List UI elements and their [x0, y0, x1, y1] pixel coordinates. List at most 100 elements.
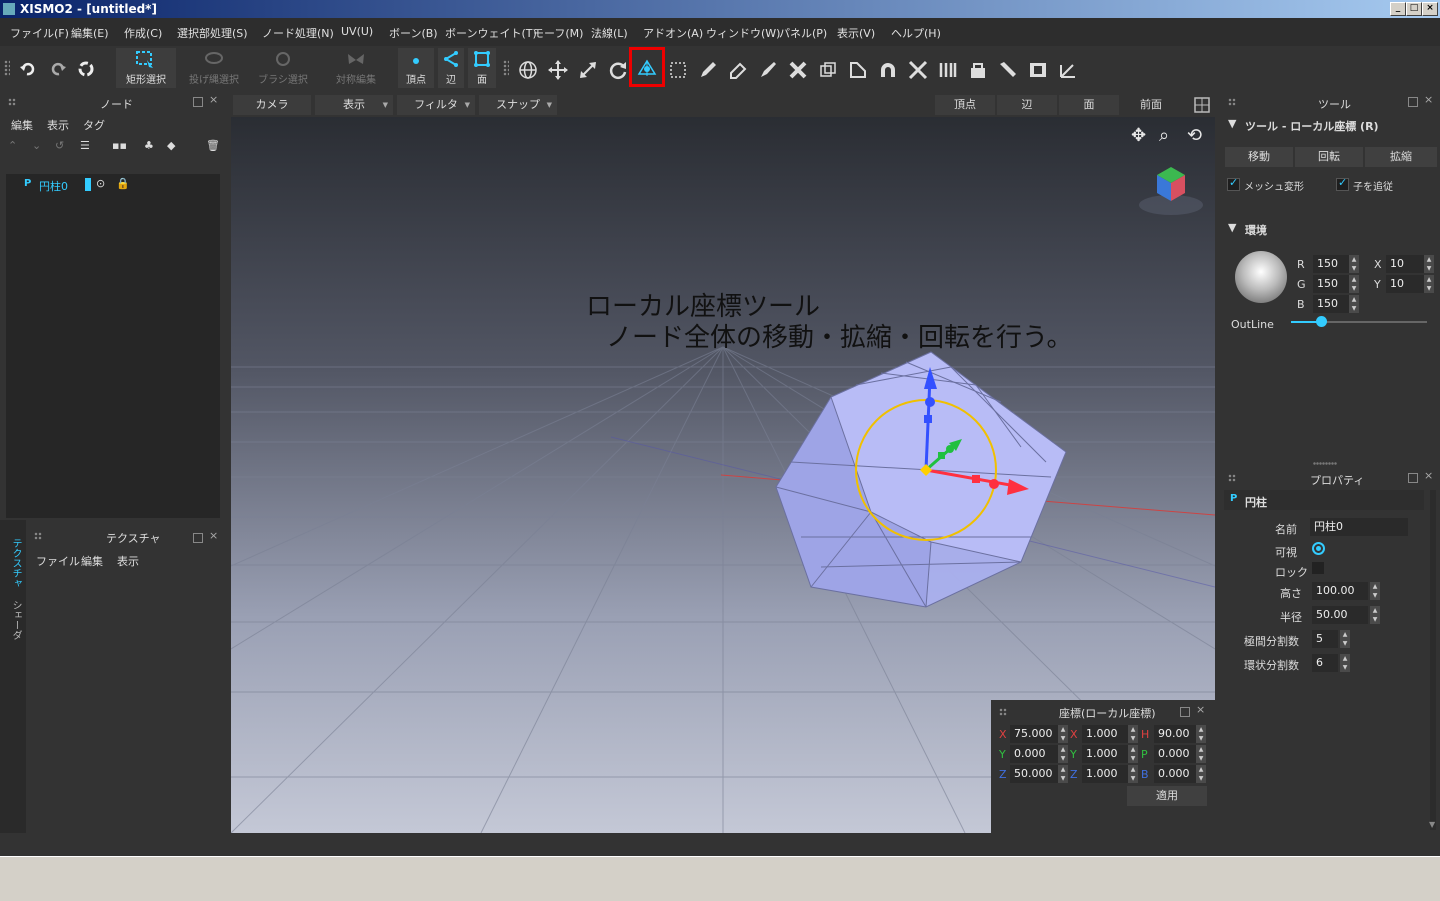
node-panel-float-button[interactable]: [193, 97, 203, 107]
eraser-tool-button[interactable]: [726, 50, 750, 86]
coord-panel-float-button[interactable]: [1180, 707, 1190, 717]
name-field[interactable]: 円柱0: [1310, 518, 1408, 536]
scl-z-field[interactable]: 1.000: [1082, 765, 1128, 783]
seg-r-field[interactable]: 6: [1312, 654, 1338, 672]
side-tab-shader[interactable]: シェーダ: [8, 600, 23, 640]
texture-panel-close-button[interactable]: ×: [209, 529, 218, 542]
node-lock-icon[interactable]: 🔒: [116, 177, 130, 190]
env-g-field[interactable]: 150: [1313, 275, 1349, 293]
menu-view[interactable]: 表示(V): [837, 25, 875, 41]
toolbar-grip[interactable]: [4, 60, 10, 76]
tool-panel-grip[interactable]: [1228, 98, 1236, 106]
knife-tool-button[interactable]: [756, 50, 780, 86]
env-light-sphere[interactable]: [1235, 251, 1287, 303]
menu-selection[interactable]: 選択部処理(S): [177, 25, 248, 41]
tool-panel-float-button[interactable]: [1408, 97, 1418, 107]
property-panel-close-button[interactable]: ×: [1424, 469, 1433, 482]
close-button[interactable]: ×: [1422, 2, 1438, 16]
apply-button[interactable]: 適用: [1127, 786, 1207, 806]
texture-panel-float-button[interactable]: [193, 533, 203, 543]
node-delete-icon[interactable]: 🗑: [206, 139, 220, 152]
minimize-button[interactable]: _: [1390, 2, 1406, 16]
panel-resize-grip[interactable]: [1313, 462, 1337, 465]
env-section-toggle[interactable]: ▼: [1228, 221, 1236, 234]
display-tab[interactable]: 表示 ▼: [315, 95, 393, 115]
menu-morph[interactable]: モーフ(M): [533, 25, 583, 41]
view-layout-icon[interactable]: [1193, 96, 1211, 114]
outline-slider-thumb[interactable]: [1315, 316, 1327, 327]
follow-child-checkbox[interactable]: [1336, 176, 1349, 191]
maximize-button[interactable]: □: [1406, 2, 1422, 16]
vertex-view-tab[interactable]: 頂点: [935, 95, 995, 115]
menu-normal[interactable]: 法線(L): [591, 25, 628, 41]
box-select-tool-button[interactable]: [666, 50, 690, 86]
filter-tab[interactable]: フィルタ ▼: [397, 95, 475, 115]
property-scrollbar[interactable]: ▼: [1429, 490, 1436, 830]
height-field[interactable]: 100.00: [1312, 582, 1368, 600]
env-r-spinner[interactable]: ▲ ▼: [1349, 255, 1359, 273]
node-group-icon[interactable]: ♣: [144, 139, 154, 152]
outline-slider[interactable]: [1291, 316, 1427, 327]
menu-addon[interactable]: アドオン(A): [643, 25, 703, 41]
bevel-tool-button[interactable]: [846, 50, 870, 86]
scl-y-field[interactable]: 1.000: [1082, 745, 1128, 763]
node-panel-grip[interactable]: [8, 98, 16, 106]
mesh-deform-checkbox[interactable]: [1227, 176, 1240, 191]
snap-tab[interactable]: スナップ ▼: [479, 95, 557, 115]
3d-viewport[interactable]: ✥ ⌕ ⟲ ローカル座標ツール ノード全体の移動・拡縮・回転を行う。 座標(ロー…: [231, 117, 1215, 833]
texture-menu-view[interactable]: 表示: [117, 553, 139, 569]
zoom-icon[interactable]: ⌕: [1159, 125, 1169, 146]
redo-button[interactable]: [46, 50, 70, 86]
menu-file[interactable]: ファイル(F): [10, 25, 69, 41]
move-tool-button[interactable]: [546, 50, 570, 86]
vertex-mode-button[interactable]: 頂点: [398, 48, 434, 88]
menu-uv[interactable]: UV(U): [341, 25, 373, 38]
bridge-tool-button[interactable]: [876, 50, 900, 86]
env-g-spinner[interactable]: ▲ ▼: [1349, 275, 1359, 293]
rotate-tool-button[interactable]: [606, 50, 630, 86]
scroll-down-icon[interactable]: ▼: [1429, 820, 1435, 829]
texture-menu-edit[interactable]: 編集: [81, 553, 103, 569]
coord-panel-grip[interactable]: [999, 708, 1007, 716]
node-grid-icon[interactable]: ▪▪: [112, 139, 127, 152]
menu-window[interactable]: ウィンドウ(W): [706, 25, 780, 41]
scl-z-spinner[interactable]: ▲ ▼: [1128, 765, 1138, 783]
loop-cut-tool-button[interactable]: [936, 50, 960, 86]
node-row[interactable]: P 円柱0 ⊙ 🔒: [24, 177, 214, 193]
node-move-up-icon[interactable]: ⌃: [8, 139, 17, 152]
rot-p-spinner[interactable]: ▲ ▼: [1196, 745, 1206, 763]
node-menu-edit[interactable]: 編集: [11, 117, 33, 133]
film-tool-button[interactable]: [1026, 50, 1050, 86]
menu-bone-weight[interactable]: ボーンウェイト(T): [445, 25, 537, 41]
face-mode-button[interactable]: 面: [468, 48, 496, 88]
weld-tool-button[interactable]: [786, 50, 810, 86]
env-y-field[interactable]: 10: [1386, 275, 1424, 293]
collapse-tool-button[interactable]: [906, 50, 930, 86]
front-view-tab[interactable]: 前面: [1121, 95, 1181, 115]
node-menu-tag[interactable]: タグ: [83, 117, 105, 133]
env-x-spinner[interactable]: ▲ ▼: [1424, 255, 1434, 273]
orbit-icon[interactable]: ⟲: [1187, 125, 1202, 146]
scl-x-spinner[interactable]: ▲ ▼: [1128, 725, 1138, 743]
node-menu-view[interactable]: 表示: [47, 117, 69, 133]
face-view-tab[interactable]: 面: [1059, 95, 1119, 115]
menu-edit[interactable]: 編集(E): [71, 25, 109, 41]
env-x-field[interactable]: 10: [1386, 255, 1424, 273]
scl-x-field[interactable]: 1.000: [1082, 725, 1128, 743]
paint-tool-button[interactable]: [996, 50, 1020, 86]
visible-toggle[interactable]: [1312, 542, 1325, 555]
pos-z-field[interactable]: 50.000: [1010, 765, 1058, 783]
coord-panel-close-button[interactable]: ×: [1196, 703, 1205, 716]
angle-tool-button[interactable]: [1056, 50, 1080, 86]
world-coord-button[interactable]: [516, 50, 540, 86]
pos-y-spinner[interactable]: ▲ ▼: [1058, 745, 1068, 763]
bag-tool-button[interactable]: [966, 50, 990, 86]
node-visible-icon[interactable]: ⊙: [96, 177, 105, 190]
move-button[interactable]: 移動: [1225, 147, 1293, 167]
node-cube-icon[interactable]: ◆: [167, 139, 175, 152]
rot-b-field[interactable]: 0.000: [1154, 765, 1196, 783]
menu-help[interactable]: ヘルプ(H): [891, 25, 941, 41]
node-list-icon[interactable]: ☰: [80, 139, 90, 152]
brush-select-button[interactable]: ブラシ選択: [252, 48, 314, 88]
seg-v-field[interactable]: 5: [1312, 630, 1338, 648]
